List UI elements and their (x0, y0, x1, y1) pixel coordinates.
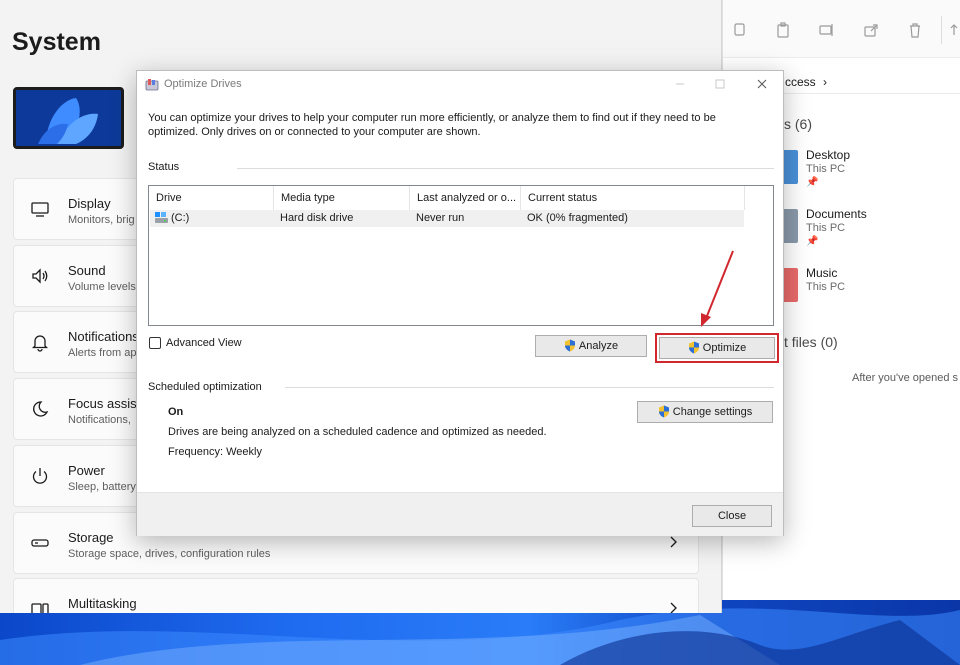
column-header-media-type[interactable]: Media type (274, 186, 410, 210)
status-divider (237, 168, 774, 169)
folder-location: This PC (806, 163, 846, 175)
folder-name[interactable]: Music (806, 266, 837, 280)
optimize-label: Optimize (702, 342, 747, 354)
settings-item-sub: Sleep, battery (68, 481, 136, 493)
scheduled-group-label: Scheduled optimization (148, 381, 262, 393)
advanced-view-checkbox[interactable] (149, 337, 161, 349)
multitask-icon (31, 603, 49, 613)
monitor-icon (31, 202, 49, 217)
status-group-label: Status (148, 161, 180, 173)
settings-item-sub: Monitors, brig (68, 214, 135, 226)
column-header-drive[interactable]: Drive (149, 186, 274, 210)
dialog-description: You can optimize your drives to help you… (148, 112, 716, 138)
schedule-state: On (168, 406, 184, 418)
advanced-view-label: Advanced View (166, 337, 242, 349)
defrag-app-icon (145, 79, 159, 91)
speaker-icon (32, 268, 48, 284)
uac-shield-icon (688, 341, 699, 354)
settings-item-sub: Storage space, drives, configuration rul… (68, 548, 271, 560)
media-type-cell: Hard disk drive (280, 212, 354, 224)
moon-icon (33, 401, 49, 417)
breadcrumb[interactable]: ccess › (785, 75, 827, 89)
uac-shield-icon (658, 405, 669, 418)
copy-icon[interactable] (731, 22, 747, 38)
schedule-frequency: Frequency: Weekly (168, 446, 262, 458)
recent-files-header: t files (0) (784, 334, 838, 350)
settings-item-label: Storage (68, 530, 114, 545)
uac-shield-icon (564, 339, 575, 352)
settings-item-label: Sound (68, 263, 106, 278)
column-header-current-status[interactable]: Current status (521, 186, 745, 210)
dialog-title: Optimize Drives (164, 78, 242, 90)
breadcrumb-label: ccess (785, 75, 816, 89)
maximize-icon[interactable] (713, 77, 727, 91)
folder-location: This PC (806, 281, 846, 293)
settings-item-sub: Alerts from ap (68, 347, 137, 359)
toolbar-divider (941, 16, 942, 44)
bell-icon (31, 335, 49, 352)
paste-icon[interactable] (775, 22, 791, 38)
drive-icon (155, 212, 168, 223)
change-settings-button[interactable]: Change settings (637, 401, 773, 423)
last-analyzed-cell: Never run (416, 212, 465, 224)
settings-item-sub: Volume levels (68, 281, 136, 293)
folder-name[interactable]: Documents (806, 207, 867, 221)
page-title: System (12, 28, 101, 56)
minimize-icon[interactable] (673, 77, 687, 91)
settings-item-label: Power (68, 463, 105, 478)
column-header-last-analyzed[interactable]: Last analyzed or o... (410, 186, 521, 210)
settings-item-label: Multitasking (68, 596, 137, 611)
quick-access-header: s (6) (784, 116, 812, 132)
drive-table[interactable]: Drive Media type Last analyzed or o... C… (148, 185, 774, 326)
settings-item-multitasking[interactable]: Multitasking (13, 578, 699, 613)
optimize-button[interactable]: Optimize (659, 337, 775, 359)
sort-icon[interactable] (949, 22, 960, 38)
settings-item-sub: Notifications, (68, 414, 131, 426)
rename-icon[interactable] (819, 22, 835, 38)
delete-icon[interactable] (907, 22, 923, 38)
analyze-button[interactable]: Analyze (535, 335, 647, 357)
close-button[interactable]: Close (692, 505, 772, 527)
dialog-titlebar[interactable]: Optimize Drives (137, 71, 783, 99)
optimize-drives-dialog: Optimize Drives You can optimize your dr… (136, 70, 784, 536)
recent-empty-message: After you've opened s (852, 372, 959, 384)
pin-icon: 📌 (806, 236, 819, 247)
dialog-footer: Close (137, 492, 783, 536)
settings-item-label: Display (68, 196, 111, 211)
drive-name-cell: (C:) (171, 212, 190, 224)
share-icon[interactable] (863, 22, 879, 38)
settings-item-label: Notifications (68, 329, 139, 344)
scheduled-divider (285, 387, 774, 388)
chevron-right-icon (670, 602, 677, 613)
chevron-right-icon: › (823, 75, 828, 89)
change-settings-label: Change settings (672, 406, 753, 418)
current-status-cell: OK (0% fragmented) (527, 212, 628, 224)
drive-icon (31, 539, 49, 547)
explorer-toolbar (723, 0, 960, 58)
settings-item-label: Focus assist (68, 396, 141, 411)
analyze-label: Analyze (578, 340, 619, 352)
schedule-description: Drives are being analyzed on a scheduled… (168, 426, 547, 438)
pin-icon: 📌 (806, 177, 819, 188)
power-icon (32, 468, 48, 484)
close-icon[interactable] (755, 77, 769, 91)
red-arrow-annotation (701, 250, 734, 327)
folder-name[interactable]: Desktop (806, 148, 850, 162)
device-preview-image (13, 87, 124, 149)
chevron-right-icon (670, 536, 677, 548)
folder-location: This PC (806, 222, 846, 234)
